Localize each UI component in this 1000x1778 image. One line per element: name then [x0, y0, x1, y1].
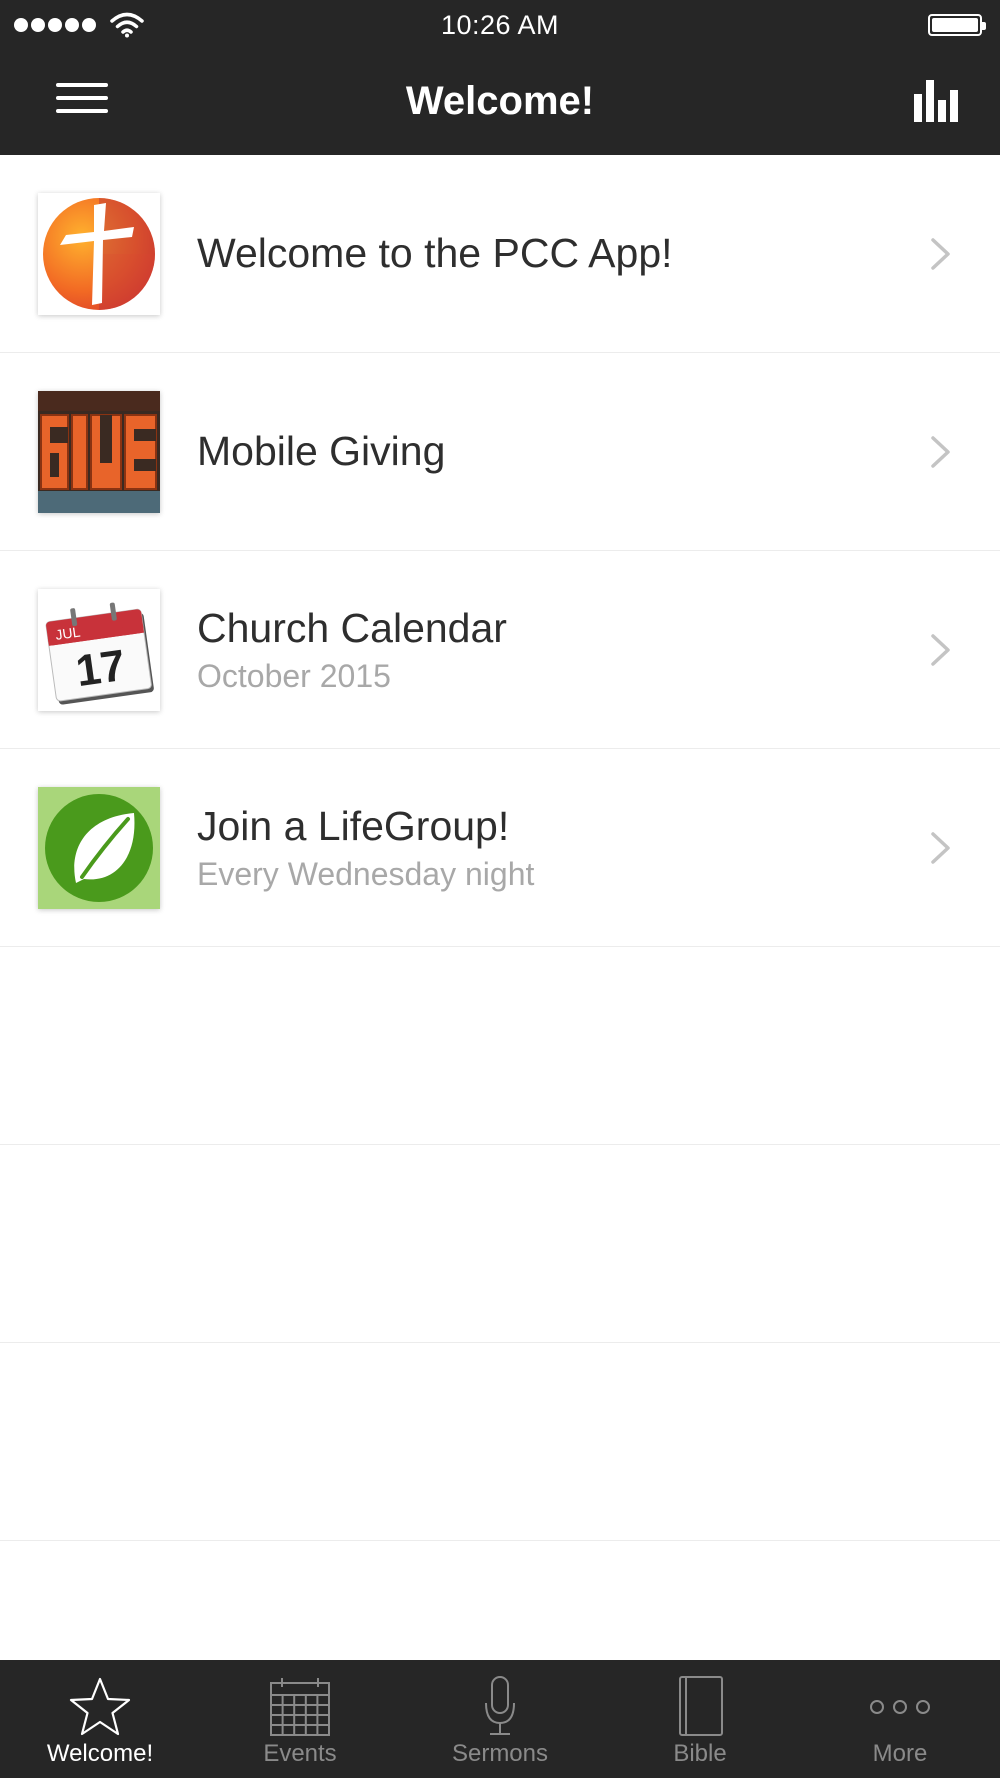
battery-icon [928, 14, 986, 36]
ellipsis-icon [870, 1700, 930, 1714]
list-item-subtitle: October 2015 [197, 657, 391, 694]
book-icon [679, 1676, 723, 1736]
list-item-subtitle: Every Wednesday night [197, 855, 535, 892]
tab-label: Sermons [451, 1740, 549, 1767]
tab-welcome[interactable]: Welcome! [0, 1660, 200, 1778]
list-item-mobile-giving[interactable]: Mobile Giving [0, 353, 1000, 551]
calendar-thumbnail: JUL 17 [38, 589, 160, 711]
star-icon [69, 1677, 131, 1736]
leaf-thumbnail [38, 787, 160, 909]
microphone-icon [485, 1676, 515, 1735]
list-item-title: Mobile Giving [197, 428, 446, 475]
calendar-day: 17 [73, 641, 128, 696]
tab-label: Welcome! [46, 1740, 154, 1767]
tab-more[interactable]: More [800, 1660, 1000, 1778]
list-item-lifegroup[interactable]: Join a LifeGroup! Every Wednesday night [0, 749, 1000, 947]
empty-row [0, 1145, 1000, 1343]
hamburger-icon [56, 83, 108, 87]
nav-bar: Welcome! [0, 50, 1000, 155]
chevron-right-icon [931, 634, 950, 666]
empty-row [0, 947, 1000, 1145]
empty-row [0, 1343, 1000, 1541]
give-letters-thumbnail [38, 391, 160, 513]
list-item-title: Join a LifeGroup! [197, 803, 510, 850]
list-item-title: Church Calendar [197, 605, 507, 652]
status-time: 10:26 AM [440, 10, 560, 40]
page-title: Welcome! [405, 79, 595, 123]
bar-chart-icon[interactable] [912, 78, 962, 122]
list-item-church-calendar[interactable]: JUL 17 Church Calendar October 2015 [0, 551, 1000, 749]
menu-button[interactable] [56, 83, 108, 117]
content-list: Welcome to the PCC App! Mobile Giving JU… [0, 155, 1000, 1541]
tab-events[interactable]: Events [200, 1660, 400, 1778]
tab-label: Bible [673, 1740, 727, 1767]
tab-label: More [872, 1740, 928, 1767]
tab-label: Events [263, 1740, 337, 1767]
calendar-grid-icon [270, 1678, 330, 1736]
list-item-welcome[interactable]: Welcome to the PCC App! [0, 155, 1000, 353]
status-bar: 10:26 AM [0, 0, 1000, 50]
tab-bible[interactable]: Bible [600, 1660, 800, 1778]
list-item-title: Welcome to the PCC App! [197, 230, 673, 277]
tab-sermons[interactable]: Sermons [400, 1660, 600, 1778]
chevron-right-icon [931, 436, 950, 468]
cross-logo-thumbnail [38, 193, 160, 315]
top-bar: 10:26 AM Welcome! [0, 0, 1000, 155]
chevron-right-icon [931, 238, 950, 270]
chevron-right-icon [931, 832, 950, 864]
tab-bar: Welcome! Events Sermons Bible More [0, 1660, 1000, 1778]
